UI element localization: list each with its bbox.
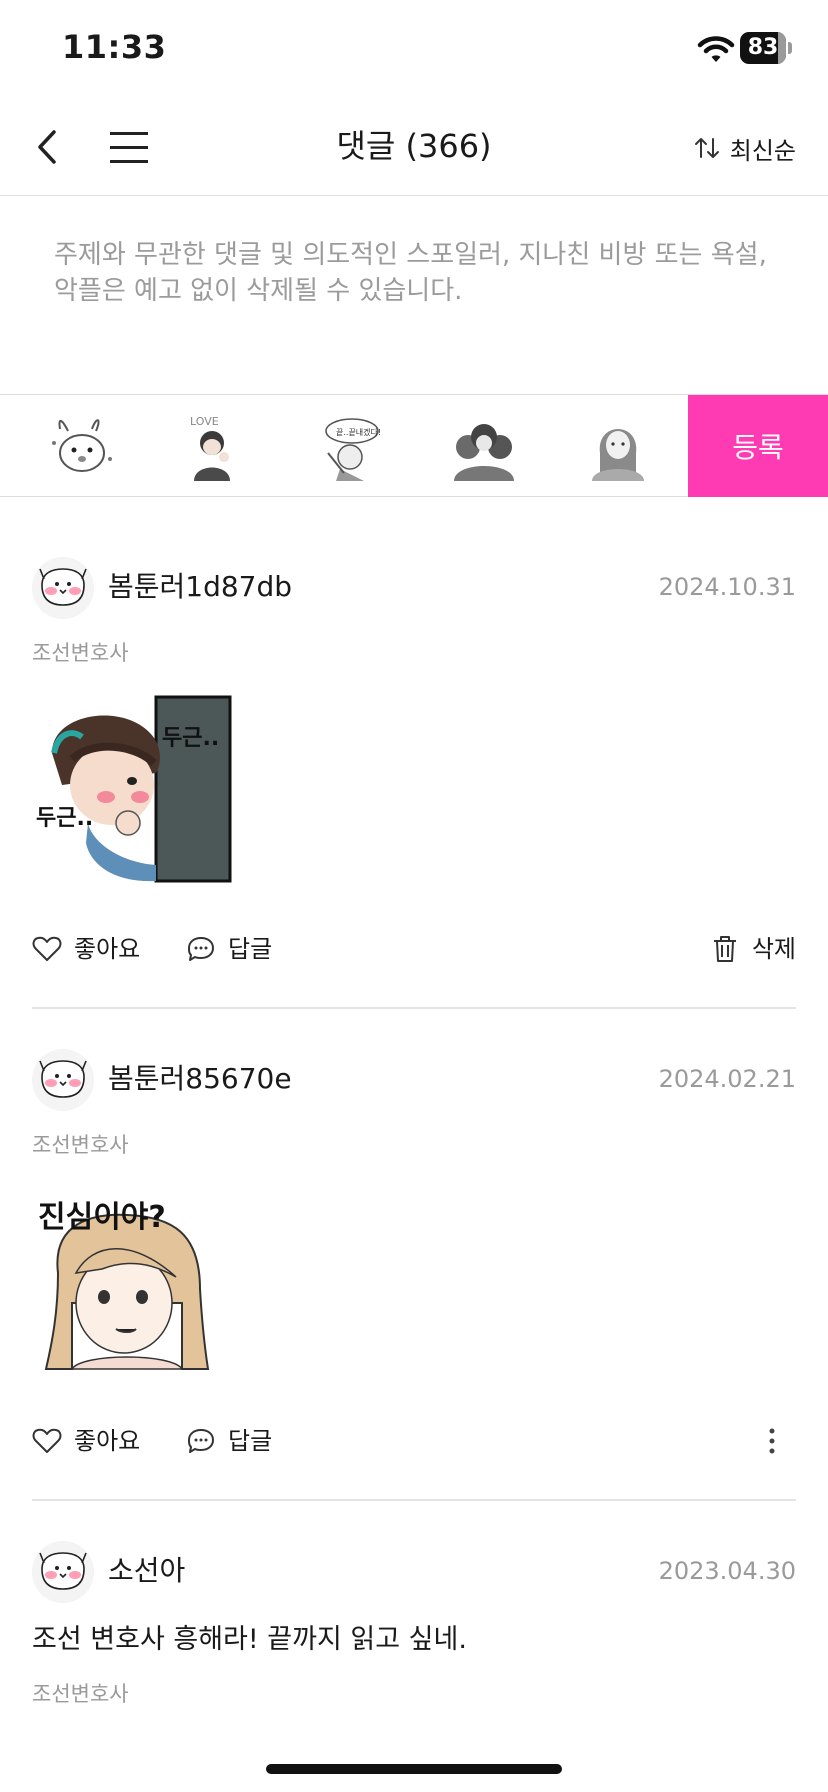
svg-text:LOVE: LOVE: [190, 415, 219, 428]
more-options-icon[interactable]: [762, 1423, 782, 1459]
divider: [32, 1499, 796, 1501]
like-button[interactable]: 좋아요: [32, 1423, 140, 1459]
reply-button[interactable]: 답글: [186, 1423, 272, 1459]
sticker-image: 두근.. 두근..: [36, 695, 232, 883]
sticker-caption: 두근..: [36, 806, 93, 831]
sticker-bar: LOVE 끝..끝내겠다! 등록: [0, 395, 828, 497]
home-indicator: [266, 1764, 562, 1774]
comment-date: 2024.10.31: [658, 573, 796, 601]
sort-label: 최신순: [729, 136, 796, 165]
avatar: [32, 1049, 94, 1111]
sticker-caption: 두근..: [162, 726, 219, 751]
battery-icon: 83: [740, 32, 792, 64]
sticker-thumb-love[interactable]: LOVE: [180, 413, 252, 481]
menu-button[interactable]: [108, 126, 150, 170]
trash-icon: [713, 936, 736, 962]
username[interactable]: 소선아: [108, 1551, 185, 1591]
comment-placeholder: 주제와 무관한 댓글 및 의도적인 스포일러, 지나친 비방 또는 욕설, 악플…: [54, 240, 767, 306]
sticker-thumb-group[interactable]: [448, 413, 520, 481]
username[interactable]: 봄툰러85670e: [108, 1059, 292, 1099]
series-name: 조선변호사: [32, 1682, 129, 1706]
comment-item: 봄툰러85670e 2024.02.21 조선변호사 진심이야? 좋아요 답글: [32, 1047, 796, 1497]
status-time: 11:33: [62, 28, 167, 66]
comment-date: 2023.04.30: [658, 1557, 796, 1585]
divider: [32, 1007, 796, 1009]
sticker-caption: 진심이야?: [38, 1200, 166, 1235]
comment-input-field[interactable]: 주제와 무관한 댓글 및 의도적인 스포일러, 지나친 비방 또는 욕설, 악플…: [0, 197, 828, 395]
svg-text:끝..끝내겠다!: 끝..끝내겠다!: [336, 427, 381, 437]
register-button[interactable]: 등록: [688, 395, 828, 497]
sticker-image: 진심이야?: [38, 1200, 210, 1370]
comment-text: 조선 변호사 흥해라! 끝까지 읽고 싶네.: [32, 1624, 467, 1655]
sort-arrows-icon: [694, 138, 719, 158]
speech-bubble-icon: [188, 1429, 214, 1453]
nav-bar: 댓글 (366) 최신순: [0, 100, 828, 196]
reply-label: 답글: [228, 935, 273, 963]
delete-button[interactable]: 삭제: [710, 931, 796, 967]
sticker-thumb-speech[interactable]: 끝..끝내겠다!: [314, 413, 386, 481]
username[interactable]: 봄툰러1d87db: [108, 567, 292, 607]
delete-label: 삭제: [751, 935, 796, 963]
avatar: [32, 1541, 94, 1603]
comment-item: 소선아 2023.04.30 조선 변호사 흥해라! 끝까지 읽고 싶네. 조선…: [32, 1539, 796, 1719]
status-bar: 11:33 83: [0, 0, 828, 100]
like-label: 좋아요: [74, 1427, 141, 1455]
heart-icon: [32, 936, 62, 961]
heart-icon: [32, 1428, 62, 1453]
like-label: 좋아요: [74, 935, 141, 963]
reply-label: 답글: [228, 1427, 273, 1455]
battery-percent: 83: [747, 35, 779, 60]
series-name: 조선변호사: [32, 1133, 129, 1157]
speech-bubble-icon: [188, 937, 214, 961]
sort-button[interactable]: 최신순: [694, 128, 796, 168]
menu-icon: [110, 132, 148, 135]
comment-date: 2024.02.21: [658, 1065, 796, 1093]
comment-item: 봄툰러1d87db 2024.10.31 조선변호사 두근.. 두근.. 좋아요…: [32, 555, 796, 1005]
reply-button[interactable]: 답글: [186, 931, 272, 967]
sticker-thumb-girl[interactable]: [582, 413, 654, 481]
sticker-thumb-bunny[interactable]: [46, 413, 118, 481]
back-button[interactable]: [30, 122, 66, 172]
like-button[interactable]: 좋아요: [32, 931, 140, 967]
wifi-icon: [697, 36, 735, 62]
series-name: 조선변호사: [32, 641, 129, 665]
avatar: [32, 557, 94, 619]
